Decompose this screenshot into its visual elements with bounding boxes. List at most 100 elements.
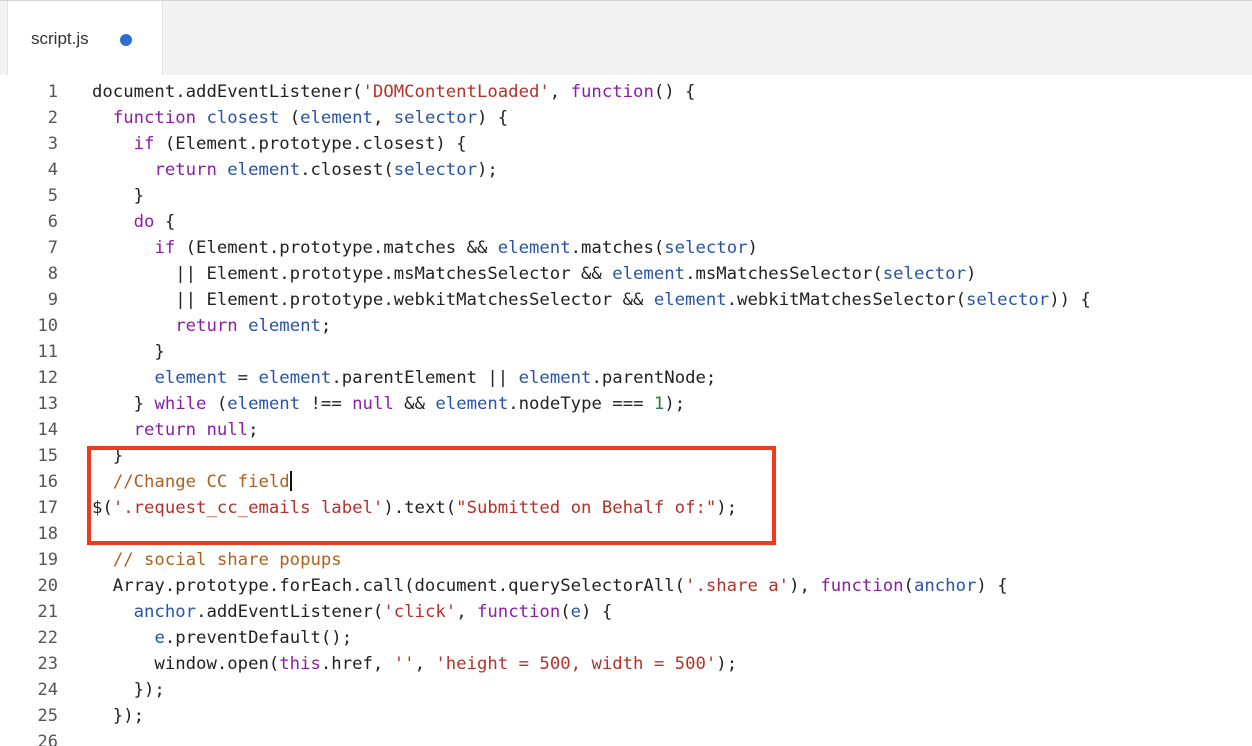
code-line[interactable]: 19 // social share popups: [0, 547, 1252, 573]
code-text[interactable]: function closest (element, selector) {: [92, 105, 508, 131]
code-line[interactable]: 23 window.open(this.href, '', 'height = …: [0, 651, 1252, 677]
code-line[interactable]: 7 if (Element.prototype.matches && eleme…: [0, 235, 1252, 261]
code-text[interactable]: || Element.prototype.webkitMatchesSelect…: [92, 287, 1091, 313]
code-text[interactable]: if (Element.prototype.closest) {: [92, 131, 467, 157]
line-number: 8: [47, 264, 58, 284]
code-token: '.request_cc_emails label': [112, 498, 384, 518]
code-text[interactable]: }: [92, 183, 144, 209]
code-editor-window: script.js 1 document.addEventListener('DO…: [0, 0, 1252, 746]
code-text[interactable]: $('.request_cc_emails label').text("Subm…: [92, 495, 737, 521]
code-text[interactable]: Array.prototype.forEach.call(document.qu…: [92, 573, 1008, 599]
code-text[interactable]: || Element.prototype.msMatchesSelector &…: [92, 261, 976, 287]
code-token: ),: [789, 576, 821, 596]
code-line[interactable]: 18: [0, 521, 1252, 547]
code-token: ) {: [581, 602, 613, 622]
code-line[interactable]: 3 if (Element.prototype.closest) {: [0, 131, 1252, 157]
code-line[interactable]: 13 } while (element !== null && element.…: [0, 391, 1252, 417]
code-text[interactable]: e.preventDefault();: [92, 625, 352, 651]
code-token: element: [227, 160, 301, 180]
line-number: 25: [37, 706, 58, 726]
code-line[interactable]: 22 e.preventDefault();: [0, 625, 1252, 651]
code-editor[interactable]: 1 document.addEventListener('DOMContentLo…: [0, 75, 1252, 746]
code-token: =: [227, 368, 259, 388]
code-token: ,: [549, 82, 571, 102]
code-token: e: [570, 602, 582, 622]
code-text[interactable]: do {: [92, 209, 176, 235]
code-token: }: [92, 342, 165, 362]
code-token: 1: [653, 394, 665, 414]
code-line[interactable]: 8 || Element.prototype.msMatchesSelector…: [0, 261, 1252, 287]
code-line[interactable]: 2 function closest (element, selector) {: [0, 105, 1252, 131]
code-line[interactable]: 4 return element.closest(selector);: [0, 157, 1252, 183]
code-line[interactable]: 14 return null;: [0, 417, 1252, 443]
unsaved-changes-dot-icon[interactable]: [120, 34, 132, 46]
code-line[interactable]: 1 document.addEventListener('DOMContentLo…: [0, 79, 1252, 105]
code-token: if: [154, 238, 176, 258]
code-token: // social share popups: [112, 550, 342, 570]
code-token: document.addEventListener(: [92, 82, 363, 102]
code-text[interactable]: }: [92, 443, 123, 469]
line-number: 16: [37, 472, 58, 492]
code-token: ,: [372, 108, 394, 128]
code-line[interactable]: 6 do {: [0, 209, 1252, 235]
code-line[interactable]: 16 //Change CC field: [0, 469, 1252, 495]
code-token: 'click': [383, 602, 457, 622]
code-token: ) {: [976, 576, 1008, 596]
code-text[interactable]: return null;: [92, 417, 259, 443]
code-line[interactable]: 25 });: [0, 703, 1252, 729]
code-token: //Change CC field: [112, 472, 290, 492]
code-text[interactable]: if (Element.prototype.matches && element…: [92, 235, 757, 261]
line-number: 19: [37, 550, 58, 570]
code-line[interactable]: 20 Array.prototype.forEach.call(document…: [0, 573, 1252, 599]
line-number: 22: [37, 628, 58, 648]
code-token: element: [300, 108, 373, 128]
code-line[interactable]: 15 }: [0, 443, 1252, 469]
code-token: (Element.prototype.closest) {: [154, 134, 467, 154]
code-token: (: [279, 108, 301, 128]
code-line[interactable]: 21 anchor.addEventListener('click', func…: [0, 599, 1252, 625]
line-number: 11: [37, 342, 58, 362]
code-line[interactable]: 11 }: [0, 339, 1252, 365]
tab-script-js[interactable]: script.js: [7, 1, 163, 76]
code-line[interactable]: 24 });: [0, 677, 1252, 703]
code-text[interactable]: anchor.addEventListener('click', functio…: [92, 599, 613, 625]
code-line[interactable]: 12 element = element.parentElement || el…: [0, 365, 1252, 391]
code-token: function: [820, 576, 904, 596]
code-line[interactable]: 5 }: [0, 183, 1252, 209]
code-token: .webkitMatchesSelector(: [726, 290, 966, 310]
code-text[interactable]: //Change CC field: [92, 469, 292, 495]
code-text[interactable]: });: [92, 677, 165, 703]
code-token: element: [227, 394, 301, 414]
code-token: .matches(: [570, 238, 665, 258]
code-token: element: [497, 238, 571, 258]
code-text[interactable]: // social share popups: [92, 547, 342, 573]
code-text[interactable]: element = element.parentElement || eleme…: [92, 365, 716, 391]
code-text[interactable]: window.open(this.href, '', 'height = 500…: [92, 651, 737, 677]
code-text[interactable]: document.addEventListener('DOMContentLoa…: [92, 79, 695, 105]
code-token: .parentNode;: [591, 368, 717, 388]
line-number: 18: [37, 524, 58, 544]
code-token: null: [206, 420, 249, 440]
code-line[interactable]: 26: [0, 729, 1252, 746]
code-line[interactable]: 17 $('.request_cc_emails label').text("Su…: [0, 495, 1252, 521]
code-text[interactable]: return element;: [92, 313, 331, 339]
code-token: ,: [414, 654, 436, 674]
code-text[interactable]: } while (element !== null && element.nod…: [92, 391, 686, 417]
code-line[interactable]: 10 return element;: [0, 313, 1252, 339]
code-token: '': [393, 654, 415, 674]
line-number: 1: [47, 82, 58, 102]
code-token: !==: [300, 394, 353, 414]
code-token: );: [716, 498, 738, 518]
code-text[interactable]: });: [92, 703, 144, 729]
code-line[interactable]: 9 || Element.prototype.webkitMatchesSele…: [0, 287, 1252, 313]
code-token: );: [477, 160, 498, 180]
code-text[interactable]: return element.closest(selector);: [92, 157, 498, 183]
code-text[interactable]: }: [92, 339, 165, 365]
